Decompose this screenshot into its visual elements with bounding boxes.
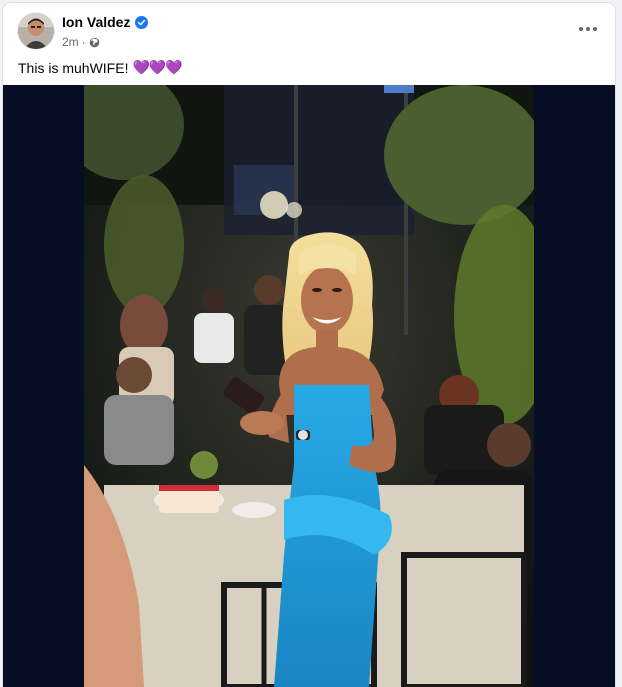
author-name[interactable]: Ion Valdez bbox=[62, 14, 130, 30]
caption-text: This is muhWIFE! bbox=[18, 59, 129, 76]
more-options-dot bbox=[593, 27, 597, 31]
post-photo[interactable] bbox=[84, 85, 534, 687]
more-options-button[interactable] bbox=[573, 17, 603, 41]
post-media[interactable] bbox=[3, 85, 615, 687]
caption-emoji: 💜💜💜 bbox=[132, 59, 182, 75]
meta-separator: · bbox=[81, 35, 86, 49]
author-avatar[interactable] bbox=[18, 13, 54, 49]
more-options-dot bbox=[586, 27, 590, 31]
post-header: Ion Valdez 2m · bbox=[3, 3, 615, 53]
globe-icon[interactable] bbox=[89, 37, 100, 48]
avatar-photo bbox=[18, 13, 54, 49]
post-timestamp[interactable]: 2m bbox=[62, 35, 79, 49]
photo-illustration bbox=[84, 85, 534, 687]
author-row: Ion Valdez bbox=[62, 14, 149, 30]
post-caption: This is muhWIFE! 💜💜💜 bbox=[18, 59, 183, 76]
post-meta: 2m · bbox=[62, 35, 100, 49]
facebook-post: Ion Valdez 2m · This is muhWIFE! 💜💜💜 bbox=[3, 3, 615, 687]
more-options-icon bbox=[579, 27, 583, 31]
verified-badge-icon bbox=[135, 15, 149, 29]
